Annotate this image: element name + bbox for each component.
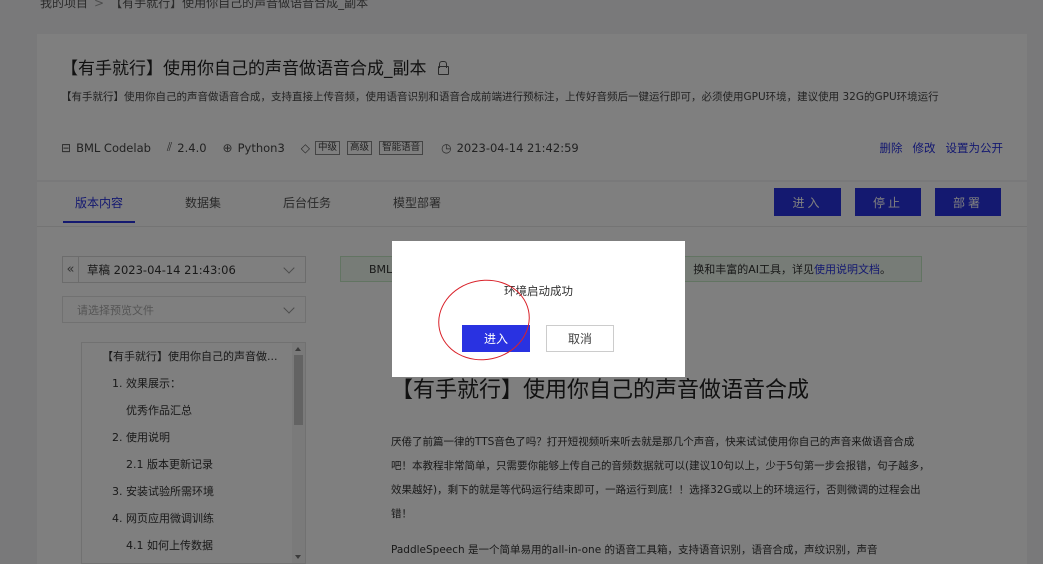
dialog-message: 环境启动成功	[504, 284, 573, 298]
dialog-cancel-button[interactable]: 取消	[546, 325, 614, 352]
env-started-dialog: 环境启动成功 进入 取消	[392, 241, 685, 377]
